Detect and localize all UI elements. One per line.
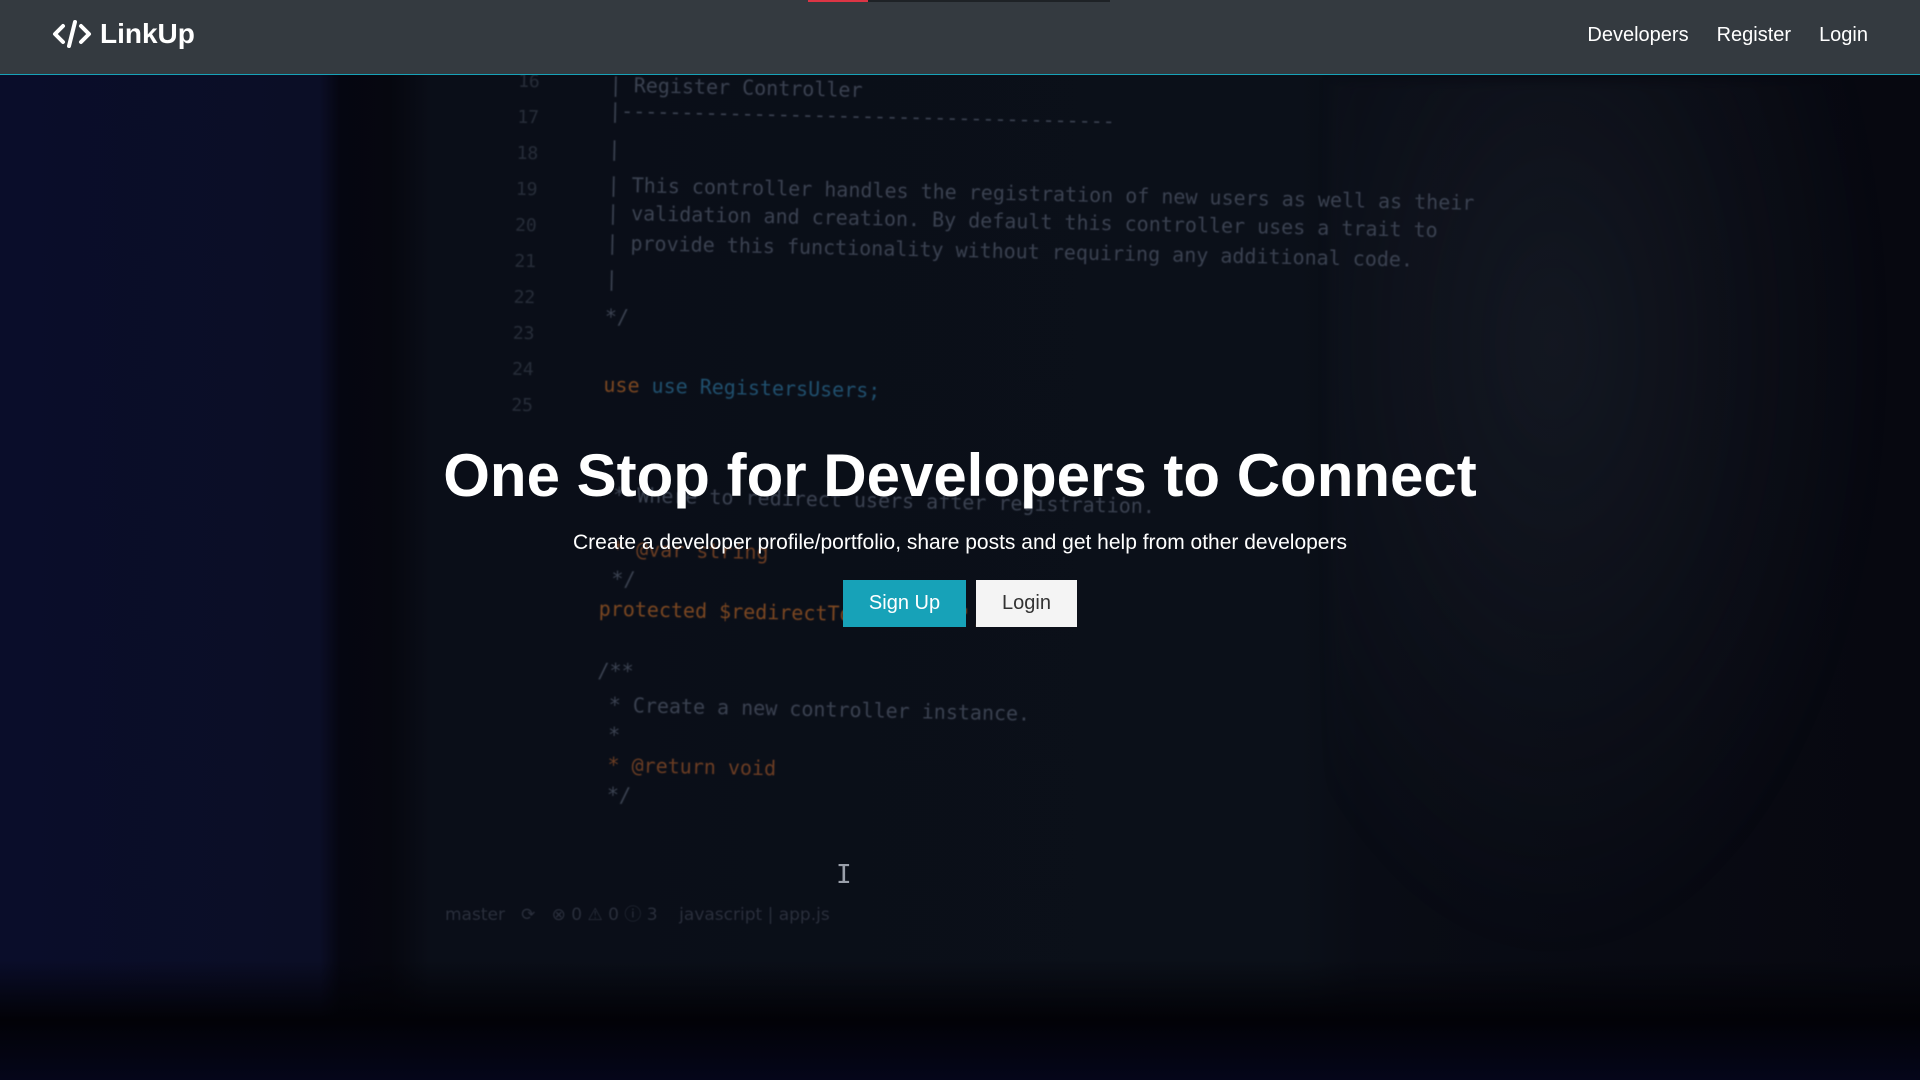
loading-progress-bar (808, 0, 1110, 2)
line-number: 17 (517, 106, 540, 129)
code-line: | (605, 266, 618, 291)
code-line: /** (597, 658, 634, 684)
nav-link-developers[interactable]: Developers (1587, 24, 1688, 47)
hero-title: One Stop for Developers to Connect (443, 442, 1477, 509)
background-bottom-shade (0, 960, 1920, 1080)
code-class-name: use RegistersUsers; (651, 373, 881, 403)
line-number: 25 (511, 394, 534, 417)
code-line: | Register Controller (609, 72, 863, 103)
progress-fill (808, 0, 868, 2)
nav-link-register[interactable]: Register (1717, 24, 1791, 47)
code-line: * (595, 722, 621, 748)
line-number: 21 (514, 250, 537, 273)
code-annotation: * @return void (595, 752, 777, 781)
code-line: */ (604, 304, 630, 330)
nav-links: Developers Register Login (1587, 24, 1868, 47)
code-line: * Create a new controller instance. (596, 692, 1031, 726)
brand-link[interactable]: LinkUp (52, 18, 195, 50)
login-button[interactable]: Login (976, 580, 1077, 627)
line-number: 19 (515, 178, 538, 201)
hero-buttons: Sign Up Login (0, 580, 1920, 627)
code-line-use: use use RegistersUsers; (603, 372, 881, 403)
editor-status-bar: master ⟳ ⊗ 0 ⚠ 0 ⓘ 3 javascript | app.js (445, 905, 830, 925)
navbar: LinkUp Developers Register Login (0, 0, 1920, 75)
code-line: |---------------------------------------… (608, 98, 1116, 134)
nav-link-login[interactable]: Login (1819, 24, 1868, 47)
line-number: 24 (511, 358, 534, 381)
line-number: 18 (516, 142, 539, 165)
brand-name: LinkUp (100, 18, 195, 49)
code-icon (52, 19, 92, 49)
line-number: 23 (512, 322, 535, 345)
code-line: */ (594, 782, 632, 808)
hero-subtitle: Create a developer profile/portfolio, sh… (573, 531, 1347, 554)
code-line: * @return void (595, 753, 776, 781)
landing-page: 16 | Register Controller 17 |-----------… (0, 0, 1920, 1080)
text-cursor-icon: I (836, 860, 852, 890)
line-number: 22 (513, 286, 536, 309)
sign-up-button[interactable]: Sign Up (843, 580, 966, 627)
line-number: 20 (514, 214, 537, 237)
hero-section: One Stop for Developers to Connect Creat… (0, 440, 1920, 627)
code-line: | (608, 136, 621, 161)
